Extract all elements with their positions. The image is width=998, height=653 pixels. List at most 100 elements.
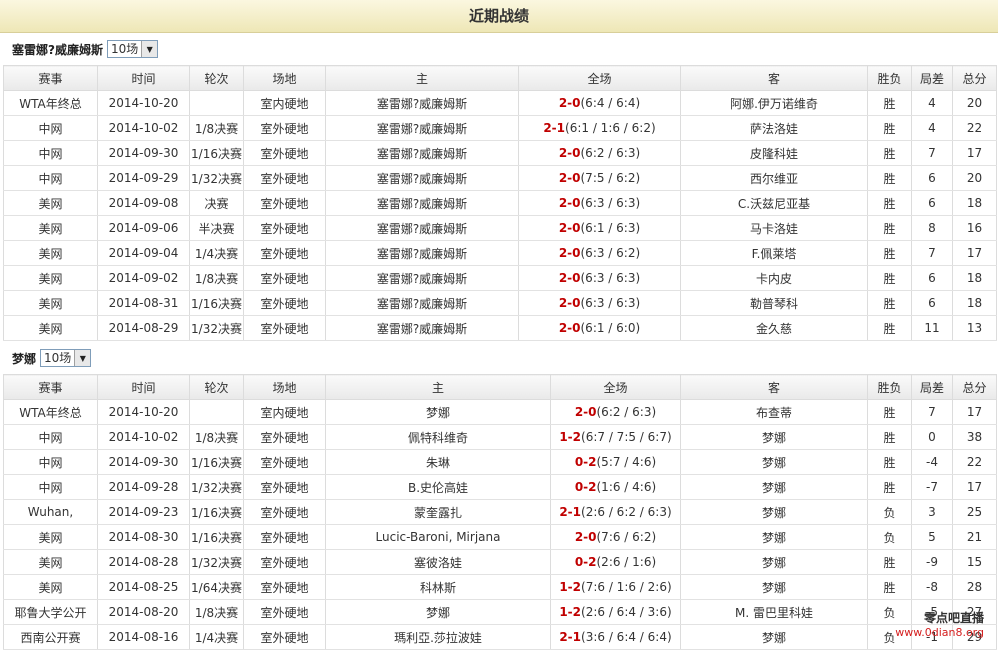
match-count-select-2[interactable]: 10场 ▼ [40, 349, 92, 367]
cell-event[interactable]: 美网 [3, 265, 98, 291]
cell-home-player[interactable]: 塞雷娜?威廉姆斯 [325, 290, 519, 316]
cell-event[interactable]: 美网 [3, 549, 98, 575]
cell-home-player[interactable]: 塞雷娜?威廉姆斯 [325, 265, 519, 291]
cell-surface-text: 室外硬地 [260, 580, 309, 595]
cell-home-player[interactable]: 梦娜 [325, 399, 551, 425]
cell-score[interactable]: 2-0(6:2 / 6:3) [518, 140, 681, 166]
cell-home-player[interactable]: 科林斯 [325, 574, 551, 600]
cell-score[interactable]: 2-1(6:1 / 1:6 / 6:2) [518, 115, 681, 141]
cell-event[interactable]: 中网 [3, 165, 98, 191]
cell-event[interactable]: 美网 [3, 240, 98, 266]
cell-game-diff-text: 6 [928, 196, 936, 210]
cell-home-player[interactable]: 塞雷娜?威廉姆斯 [325, 240, 519, 266]
cell-home-player[interactable]: 塞雷娜?威廉姆斯 [325, 115, 519, 141]
cell-event[interactable]: Wuhan, [3, 499, 98, 525]
cell-away-player[interactable]: 勒普琴科 [680, 290, 868, 316]
cell-event[interactable]: 中网 [3, 424, 98, 450]
cell-score[interactable]: 2-0(6:3 / 6:3) [518, 190, 681, 216]
cell-event[interactable]: 美网 [3, 524, 98, 550]
cell-home-player[interactable]: 塞雷娜?威廉姆斯 [325, 165, 519, 191]
cell-score[interactable]: 2-0(6:2 / 6:3) [550, 399, 681, 425]
cell-score[interactable]: 2-0(7:6 / 6:2) [550, 524, 681, 550]
cell-home-player[interactable]: 塞雷娜?威廉姆斯 [325, 90, 519, 116]
cell-away-player[interactable]: 卡内皮 [680, 265, 868, 291]
cell-away-player[interactable]: 西尔维亚 [680, 165, 868, 191]
cell-score[interactable]: 2-0(7:5 / 6:2) [518, 165, 681, 191]
cell-score[interactable]: 2-0(6:1 / 6:3) [518, 215, 681, 241]
cell-event[interactable]: 中网 [3, 449, 98, 475]
match-count-select-1[interactable]: 10场 ▼ [106, 40, 159, 58]
cell-score[interactable]: 0-2(5:7 / 4:6) [550, 449, 681, 475]
cell-away-player[interactable]: M. 雷巴里科娃 [680, 599, 868, 625]
cell-round-text: 1/16决赛 [191, 455, 242, 470]
cell-event[interactable]: 西南公开赛 [3, 624, 98, 650]
cell-total: 18 [952, 190, 997, 216]
cell-home-player[interactable]: 朱琳 [325, 449, 551, 475]
cell-surface: 室外硬地 [243, 424, 326, 450]
cell-score[interactable]: 1-2(6:7 / 7:5 / 6:7) [550, 424, 681, 450]
score-sets: 0-2 [574, 455, 597, 469]
cell-event[interactable]: WTA年终总 [3, 399, 98, 425]
cell-home-player[interactable]: B.史伦高娃 [325, 474, 551, 500]
score-sets: 2-0 [574, 405, 597, 419]
cell-away-player[interactable]: 金久慈 [680, 315, 868, 341]
cell-home-player[interactable]: 蒙奎露扎 [325, 499, 551, 525]
cell-event[interactable]: 中网 [3, 474, 98, 500]
cell-away-player[interactable]: 皮隆科娃 [680, 140, 868, 166]
chevron-down-icon[interactable]: ▼ [74, 350, 91, 366]
cell-score[interactable]: 0-2(2:6 / 1:6) [550, 549, 681, 575]
cell-score[interactable]: 2-1(3:6 / 6:4 / 6:4) [550, 624, 681, 650]
cell-total-text: 25 [966, 505, 983, 519]
cell-score[interactable]: 2-0(6:1 / 6:0) [518, 315, 681, 341]
cell-home-player[interactable]: 瑪利亞.莎拉波娃 [325, 624, 551, 650]
cell-event[interactable]: 中网 [3, 140, 98, 166]
cell-score[interactable]: 0-2(1:6 / 4:6) [550, 474, 681, 500]
cell-score[interactable]: 1-2(2:6 / 6:4 / 3:6) [550, 599, 681, 625]
cell-away-player-text: 阿娜.伊万诺维奇 [730, 96, 818, 111]
cell-event[interactable]: 耶鲁大学公开 [3, 599, 98, 625]
cell-score[interactable]: 2-0(6:3 / 6:2) [518, 240, 681, 266]
cell-home-player[interactable]: 佩特科维奇 [325, 424, 551, 450]
score-games: (3:6 / 6:4 / 6:4) [581, 630, 672, 644]
cell-score[interactable]: 2-1(2:6 / 6:2 / 6:3) [550, 499, 681, 525]
cell-away-player[interactable]: 梦娜 [680, 624, 868, 650]
cell-home-player[interactable]: 塞雷娜?威廉姆斯 [325, 215, 519, 241]
chevron-down-icon[interactable]: ▼ [141, 41, 158, 57]
cell-event[interactable]: 美网 [3, 574, 98, 600]
cell-event[interactable]: 中网 [3, 115, 98, 141]
cell-away-player[interactable]: 阿娜.伊万诺维奇 [680, 90, 868, 116]
cell-away-player[interactable]: 梦娜 [680, 474, 868, 500]
cell-surface-text: 室外硬地 [260, 630, 309, 645]
cell-away-player[interactable]: 萨法洛娃 [680, 115, 868, 141]
cell-away-player[interactable]: 梦娜 [680, 524, 868, 550]
cell-away-player-text: 梦娜 [761, 530, 786, 545]
cell-score[interactable]: 2-0(6:3 / 6:3) [518, 265, 681, 291]
cell-away-player[interactable]: 梦娜 [680, 449, 868, 475]
cell-home-player[interactable]: Lucic-Baroni, Mirjana [325, 524, 551, 550]
cell-home-player[interactable]: 梦娜 [325, 599, 551, 625]
cell-date: 2014-10-20 [97, 399, 190, 425]
cell-home-player[interactable]: 塞雷娜?威廉姆斯 [325, 140, 519, 166]
cell-score[interactable]: 2-0(6:3 / 6:3) [518, 290, 681, 316]
cell-score[interactable]: 2-0(6:4 / 6:4) [518, 90, 681, 116]
cell-score[interactable]: 1-2(7:6 / 1:6 / 2:6) [550, 574, 681, 600]
cell-event[interactable]: WTA年终总 [3, 90, 98, 116]
cell-home-player[interactable]: 塞彼洛娃 [325, 549, 551, 575]
cell-total-text: 22 [966, 121, 983, 135]
cell-away-player[interactable]: F.佩莱塔 [680, 240, 868, 266]
cell-home-player[interactable]: 塞雷娜?威廉姆斯 [325, 315, 519, 341]
cell-away-player[interactable]: 梦娜 [680, 549, 868, 575]
cell-event[interactable]: 美网 [3, 315, 98, 341]
cell-away-player[interactable]: C.沃兹尼亚基 [680, 190, 868, 216]
column-header: 场地 [243, 65, 326, 91]
cell-away-player[interactable]: 梦娜 [680, 424, 868, 450]
cell-away-player[interactable]: 马卡洛娃 [680, 215, 868, 241]
cell-event[interactable]: 美网 [3, 190, 98, 216]
cell-away-player[interactable]: 梦娜 [680, 574, 868, 600]
cell-event[interactable]: 美网 [3, 290, 98, 316]
cell-away-player[interactable]: 布查蒂 [680, 399, 868, 425]
table-row: 中网 2014-09-30 1/16决赛 室外硬地 朱琳 0-2(5:7 / 4:6) 梦娜… [3, 449, 997, 475]
cell-home-player[interactable]: 塞雷娜?威廉姆斯 [325, 190, 519, 216]
cell-away-player[interactable]: 梦娜 [680, 499, 868, 525]
cell-event[interactable]: 美网 [3, 215, 98, 241]
